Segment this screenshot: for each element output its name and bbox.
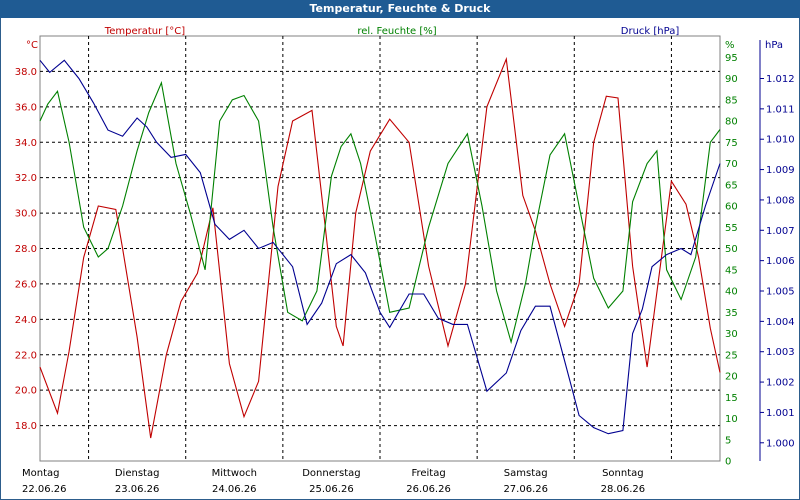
humidity-tick-label: 70: [725, 159, 738, 170]
humidity-tick-label: 20: [725, 372, 738, 383]
x-tick-date-label: 24.06.26: [212, 484, 257, 495]
humidity-axis-label: rel. Feuchte [%]: [357, 26, 436, 37]
humidity-tick-label: 10: [725, 414, 738, 425]
temperature-tick-label: 34.0: [15, 138, 37, 149]
temperature-tick-label: 26.0: [15, 279, 37, 290]
humidity-tick-label: 40: [725, 287, 738, 298]
temperature-tick-label: 32.0: [15, 173, 37, 184]
humidity-unit: %: [725, 40, 735, 51]
humidity-tick-label: 60: [725, 202, 738, 213]
temperature-tick-label: 20.0: [15, 386, 37, 397]
temperature-axis-label: Temperatur [°C]: [104, 26, 185, 37]
pressure-tick-label: 1.002: [766, 378, 795, 389]
humidity-tick-label: 95: [725, 53, 738, 64]
humidity-tick-label: 0: [725, 457, 731, 468]
temperature-tick-label: 30.0: [15, 209, 37, 220]
x-tick-day-label: Samstag: [504, 468, 548, 479]
pressure-tick-label: 1.001: [766, 408, 795, 419]
humidity-tick-label: 45: [725, 265, 738, 276]
temperature-tick-label: 36.0: [15, 102, 37, 113]
x-tick-date-label: 25.06.26: [309, 484, 354, 495]
pressure-tick-label: 1.000: [766, 438, 795, 449]
x-tick-day-label: Freitag: [411, 468, 445, 479]
temperature-tick-label: 24.0: [15, 315, 37, 326]
pressure-tick-label: 1.004: [766, 317, 795, 328]
humidity-tick-label: 90: [725, 74, 738, 85]
humidity-tick-label: 15: [725, 393, 738, 404]
temperature-tick-label: 38.0: [15, 67, 37, 78]
pressure-tick-label: 1.009: [766, 165, 795, 176]
humidity-tick-label: 85: [725, 95, 738, 106]
x-tick-date-label: 28.06.26: [601, 484, 646, 495]
humidity-tick-label: 5: [725, 435, 731, 446]
temperature-tick-label: 22.0: [15, 350, 37, 361]
chart-canvas: °C Temperatur [°C] 18.0 20.0 22.0 24.0 26.0 28.…: [15, 26, 795, 495]
x-tick-day-label: Donnerstag: [302, 468, 360, 479]
x-tick-date-label: 26.06.26: [406, 484, 451, 495]
x-tick-date-label: 22.06.26: [22, 484, 67, 495]
pressure-tick-label: 1.012: [766, 74, 795, 85]
temperature-tick-label: 18.0: [15, 421, 37, 432]
humidity-tick-label: 65: [725, 180, 738, 191]
pressure-tick-label: 1.011: [766, 104, 795, 115]
humidity-tick-label: 75: [725, 138, 738, 149]
humidity-tick-label: 25: [725, 350, 738, 361]
x-tick-day-label: Montag: [22, 468, 59, 479]
humidity-tick-label: 80: [725, 117, 738, 128]
pressure-tick-label: 1.010: [766, 135, 795, 146]
pressure-tick-label: 1.003: [766, 347, 795, 358]
pressure-axis-label: Druck [hPa]: [621, 26, 680, 37]
humidity-tick-label: 50: [725, 244, 738, 255]
pressure-unit: hPa: [765, 40, 783, 51]
temperature-unit: °C: [26, 40, 38, 51]
humidity-tick-label: 55: [725, 223, 738, 234]
temperature-tick-label: 28.0: [15, 244, 37, 255]
x-tick-date-label: 23.06.26: [115, 484, 160, 495]
humidity-tick-label: 35: [725, 308, 738, 319]
x-tick-date-label: 27.06.26: [503, 484, 548, 495]
x-tick-day-label: Mittwoch: [212, 468, 257, 479]
humidity-tick-label: 30: [725, 329, 738, 340]
x-tick-day-label: Sonntag: [602, 468, 644, 479]
x-tick-day-label: Dienstag: [115, 468, 160, 479]
pressure-tick-label: 1.007: [766, 226, 795, 237]
pressure-tick-label: 1.005: [766, 287, 795, 298]
pressure-tick-label: 1.008: [766, 195, 795, 206]
pressure-tick-label: 1.006: [766, 256, 795, 267]
